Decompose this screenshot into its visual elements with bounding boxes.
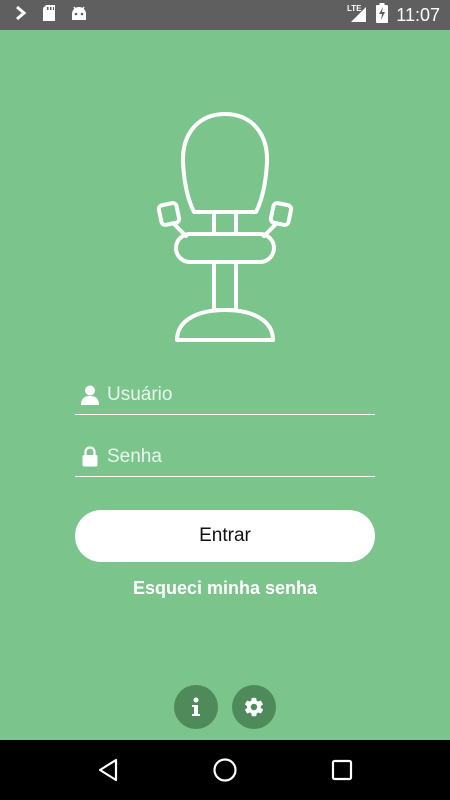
chevron-right-icon <box>14 5 28 26</box>
username-input[interactable] <box>107 375 375 414</box>
forgot-password-link[interactable]: Esqueci minha senha <box>0 578 450 599</box>
status-bar: LTE 11:07 <box>0 0 450 30</box>
recents-icon <box>331 759 352 781</box>
office-chair-icon <box>156 112 294 342</box>
sd-card-icon <box>42 4 56 27</box>
password-input[interactable] <box>107 437 375 476</box>
settings-button[interactable] <box>232 685 276 729</box>
login-screen: Entrar Esqueci minha senha <box>0 30 450 740</box>
back-icon <box>99 758 118 782</box>
navigation-bar <box>0 740 450 800</box>
android-icon <box>70 5 88 26</box>
recents-button[interactable] <box>322 750 362 790</box>
svg-text:LTE: LTE <box>347 4 362 13</box>
signal-icon: LTE <box>346 3 368 28</box>
back-button[interactable] <box>88 750 128 790</box>
home-button[interactable] <box>205 750 245 790</box>
battery-charging-icon <box>376 2 389 28</box>
home-icon <box>213 758 237 782</box>
user-icon <box>79 384 101 406</box>
username-field <box>75 375 375 415</box>
lock-icon <box>79 446 101 468</box>
enter-button[interactable]: Entrar <box>75 510 375 562</box>
gear-icon <box>244 697 263 717</box>
info-icon <box>192 697 200 716</box>
info-button[interactable] <box>174 685 218 729</box>
clock: 11:07 <box>396 4 440 25</box>
password-field <box>75 437 375 477</box>
